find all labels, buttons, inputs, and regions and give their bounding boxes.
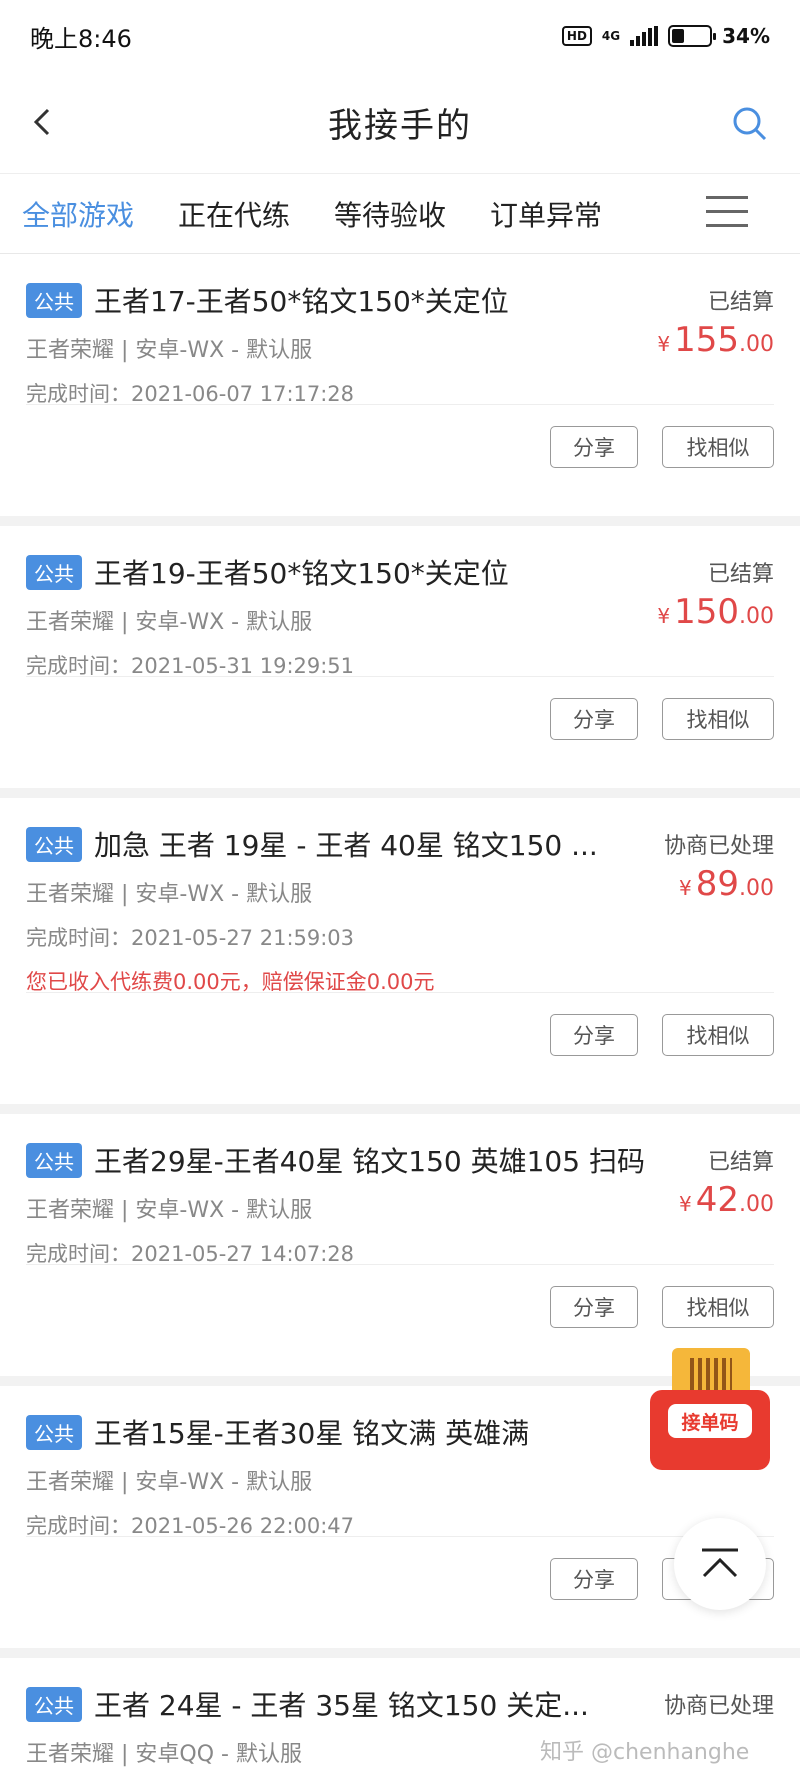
order-card[interactable]: 公共 加急 王者 19星 - 王者 40星 铭文150 ... 协商已处理 ¥8… <box>0 798 800 1104</box>
nav-bar: 我接手的 <box>0 72 800 174</box>
battery-percent: 34% <box>722 24 770 48</box>
order-title: 王者29星-王者40星 铭文150 英雄105 扫码 <box>94 1145 645 1178</box>
divider <box>26 1264 774 1265</box>
status-bar: 晚上8:46 HD 4G 34% <box>0 0 800 72</box>
share-button[interactable]: 分享 <box>550 1286 638 1328</box>
battery-icon <box>668 25 717 47</box>
public-tag: 公共 <box>26 1414 82 1450</box>
divider <box>26 676 774 677</box>
order-status: 已结算 <box>707 1150 774 1175</box>
divider <box>26 1536 774 1537</box>
back-to-top-button[interactable] <box>674 1518 766 1610</box>
order-card[interactable]: 公共 王者29星-王者40星 铭文150 英雄105 扫码 已结算 ¥42.00… <box>0 1114 800 1376</box>
status-time: 晚上8:46 <box>30 24 132 53</box>
find-similar-button[interactable]: 找相似 <box>662 1014 774 1056</box>
order-card[interactable]: 公共 王者19-王者50*铭文150*关定位 已结算 ¥150.00 王者荣耀 … <box>0 526 800 788</box>
order-title: 加急 王者 19星 - 王者 40星 铭文150 ... <box>94 829 598 862</box>
order-price: ¥155.00 <box>657 320 774 360</box>
order-game: 王者荣耀 | 安卓-WX - 默认服 <box>26 882 313 907</box>
search-icon[interactable] <box>730 104 770 144</box>
divider <box>26 404 774 405</box>
share-button[interactable]: 分享 <box>550 1014 638 1056</box>
tab-awaiting-acceptance[interactable]: 等待验收 <box>312 194 468 234</box>
qr-code-entry-button[interactable]: 接单码 <box>650 1346 772 1470</box>
public-tag: 公共 <box>26 1686 82 1722</box>
public-tag: 公共 <box>26 826 82 862</box>
tab-all-games[interactable]: 全部游戏 <box>0 194 156 234</box>
page-title: 我接手的 <box>328 106 472 146</box>
share-button[interactable]: 分享 <box>550 698 638 740</box>
find-similar-button[interactable]: 找相似 <box>662 1286 774 1328</box>
public-tag: 公共 <box>26 1142 82 1178</box>
order-game: 王者荣耀 | 安卓-WX - 默认服 <box>26 1198 313 1223</box>
menu-icon[interactable] <box>706 196 748 232</box>
order-price: ¥89.00 <box>679 864 774 904</box>
order-title: 王者 24星 - 王者 35星 铭文150 关定... <box>94 1689 589 1722</box>
order-price: ¥42.00 <box>679 1180 774 1220</box>
find-similar-button[interactable]: 找相似 <box>662 426 774 468</box>
order-card[interactable]: 公共 王者17-王者50*铭文150*关定位 已结算 ¥155.00 王者荣耀 … <box>0 254 800 516</box>
order-time: 完成时间：2021-05-27 21:59:03 <box>26 926 355 950</box>
signal-icon <box>630 26 659 46</box>
order-title: 王者19-王者50*铭文150*关定位 <box>94 557 509 590</box>
order-status: 协商已处理 <box>663 1694 774 1719</box>
public-tag: 公共 <box>26 282 82 318</box>
qr-label: 接单码 <box>668 1404 752 1438</box>
system-icons: HD 4G 34% <box>561 24 770 48</box>
order-title: 王者17-王者50*铭文150*关定位 <box>94 285 509 318</box>
back-to-top-icon <box>702 1548 738 1578</box>
share-button[interactable]: 分享 <box>550 426 638 468</box>
network-type: 4G <box>601 29 621 43</box>
chevron-left-icon[interactable] <box>24 102 64 142</box>
order-price: ¥150.00 <box>657 592 774 632</box>
find-similar-button[interactable]: 找相似 <box>662 698 774 740</box>
divider <box>26 992 774 993</box>
public-tag: 公共 <box>26 554 82 590</box>
order-status: 协商已处理 <box>663 834 774 859</box>
watermark: 知乎 @chenhanghe <box>540 1740 750 1765</box>
tab-in-progress[interactable]: 正在代练 <box>156 194 312 234</box>
hd-icon: HD <box>561 26 592 46</box>
tab-bar: 全部游戏 正在代练 等待验收 订单异常 <box>0 174 800 254</box>
order-status: 已结算 <box>707 290 774 315</box>
order-status: 已结算 <box>707 562 774 587</box>
order-title: 王者15星-王者30星 铭文满 英雄满 <box>94 1417 530 1450</box>
share-button[interactable]: 分享 <box>550 1558 638 1600</box>
tab-order-exception[interactable]: 订单异常 <box>468 194 624 234</box>
